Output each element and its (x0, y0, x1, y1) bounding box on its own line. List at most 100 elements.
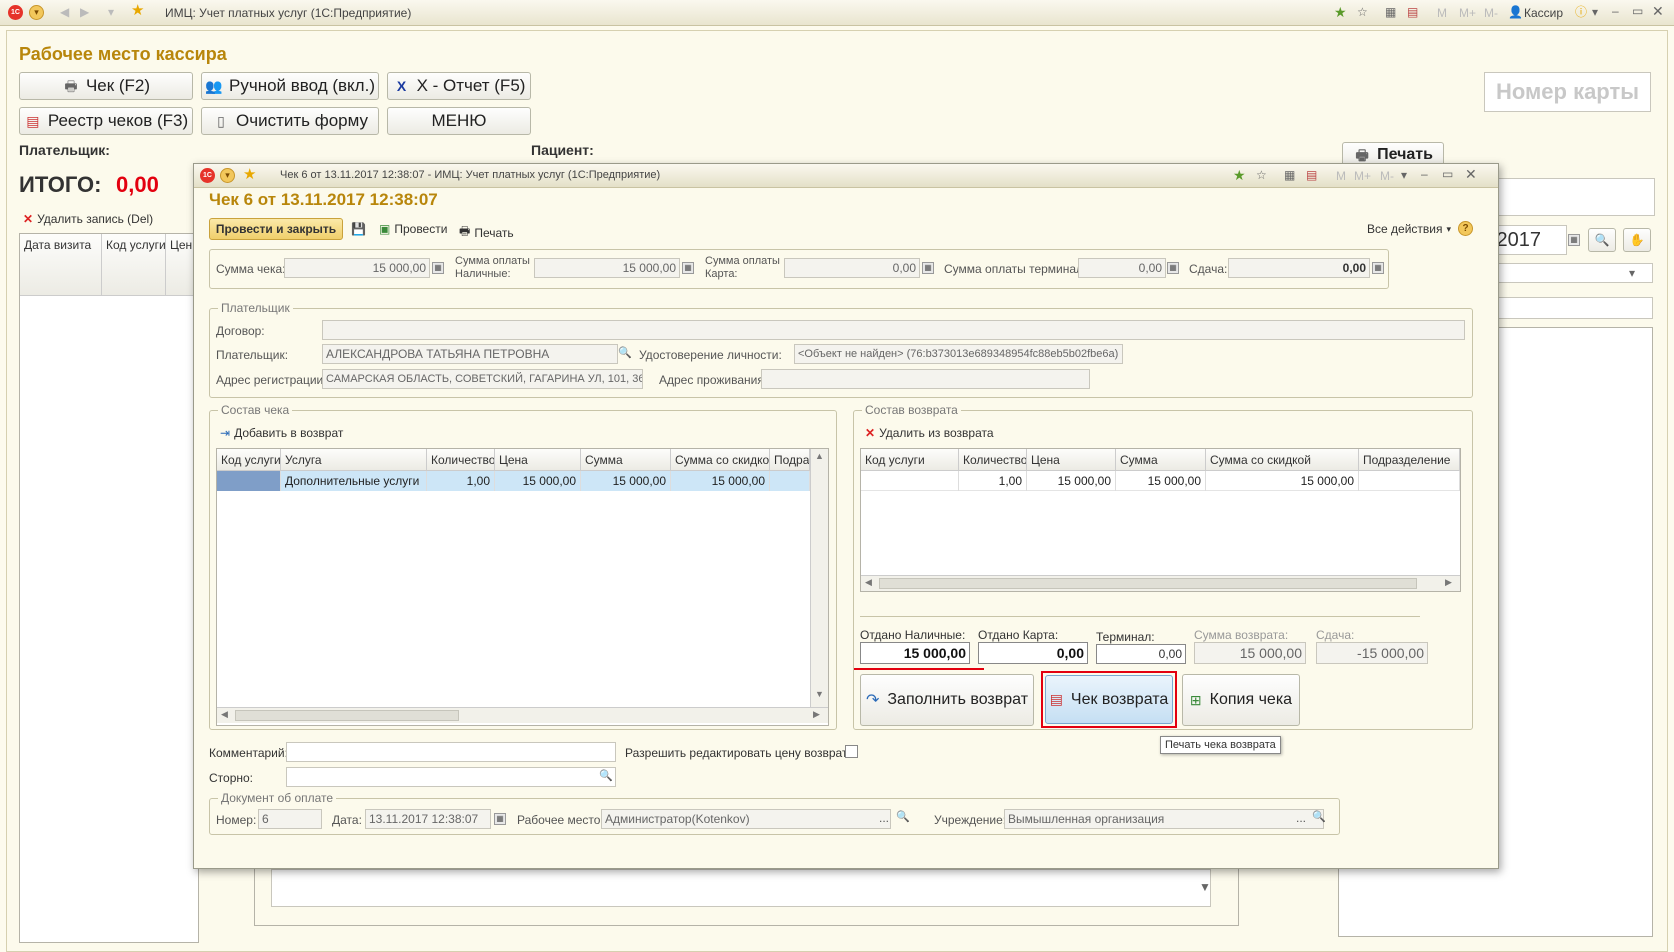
dialog-more-icon[interactable]: ▾ (1401, 167, 1407, 183)
doc-date-picker-icon[interactable]: ▦ (494, 813, 506, 825)
date-picker-icon[interactable]: ▦ (1568, 234, 1580, 246)
calendar-icon[interactable]: ▤ (1407, 4, 1418, 20)
ret-col-dept[interactable]: Подразделение (1359, 449, 1460, 471)
check-sum-calc-icon[interactable]: ▦ (432, 262, 444, 274)
ret-hscroll-left-icon[interactable]: ◀ (865, 577, 872, 588)
favorites-star-icon[interactable]: ★ (131, 3, 144, 19)
table-row[interactable]: 1,00 15 000,00 15 000,00 15 000,00 (861, 471, 1460, 491)
col-discount-sum[interactable]: Сумма со скидкой (671, 449, 770, 471)
workplace-more-icon[interactable]: ... (879, 811, 889, 825)
add-favorite-icon[interactable]: ★ (1334, 4, 1347, 20)
storno-field[interactable] (286, 767, 616, 787)
col-qty[interactable]: Количество (427, 449, 495, 471)
clear-form-button[interactable]: ▯ Очистить форму (201, 107, 379, 135)
bookmark-icon[interactable]: ☆ (1357, 4, 1368, 20)
card-number-input[interactable]: Номер карты (1484, 72, 1651, 112)
col-price[interactable]: Цена (495, 449, 581, 471)
payer-search-icon[interactable]: 🔍 (618, 345, 632, 361)
ret-col-sum[interactable]: Сумма (1116, 449, 1206, 471)
return-sum-field[interactable]: 15 000,00 (1194, 642, 1306, 664)
search-clear-button[interactable]: 🔍 (1588, 228, 1616, 252)
cash-sum-calc-icon[interactable]: ▦ (682, 262, 694, 274)
col-sum[interactable]: Сумма (581, 449, 671, 471)
ret-col-qty[interactable]: Количество (959, 449, 1027, 471)
hand-button[interactable]: ✋ (1623, 228, 1651, 252)
cash-sum-field[interactable]: 15 000,00 (534, 258, 680, 278)
post-button[interactable]: ▣ Провести (379, 222, 447, 236)
history-icon[interactable]: ▾ (108, 4, 114, 20)
check-sum-field[interactable]: 15 000,00 (284, 258, 430, 278)
card-sum-field[interactable]: 0,00 (784, 258, 920, 278)
col-service-code[interactable]: Код услуги (102, 234, 166, 296)
ret-col-discount-sum[interactable]: Сумма со скидкой (1206, 449, 1359, 471)
dialog-mem-mplus[interactable]: M+ (1354, 169, 1371, 183)
org-search-icon[interactable]: 🔍 (1312, 809, 1326, 825)
payer-field[interactable]: АЛЕКСАНДРОВА ТАТЬЯНА ПЕТРОВНА (322, 344, 618, 364)
right-select-dropdown-icon[interactable]: ▾ (1629, 265, 1635, 281)
app-menu-icon[interactable]: ▾ (29, 5, 44, 20)
current-user[interactable]: Кассир (1524, 6, 1563, 20)
help-icon[interactable]: ? (1458, 221, 1473, 236)
delete-from-return-button[interactable]: ✕ Удалить из возврата (865, 426, 994, 440)
dialog-add-favorite-icon[interactable]: ★ (1233, 167, 1246, 183)
right-input[interactable] (1487, 297, 1653, 319)
copy-check-button[interactable]: ⊞ Копия чека (1182, 674, 1300, 726)
fill-return-button[interactable]: ↷ Заполнить возврат (860, 674, 1034, 726)
doc-date-field[interactable]: 13.11.2017 12:38:07 (365, 809, 491, 829)
org-field[interactable]: Вымышленная организация (1004, 809, 1324, 829)
ret-hscroll-right-icon[interactable]: ▶ (1445, 577, 1452, 588)
check-items-table[interactable]: Код услуги Услуга Количество Цена Сумма … (216, 448, 829, 726)
live-address-field[interactable] (761, 369, 1090, 389)
terminal-sum-field[interactable]: 0,00 (1078, 258, 1166, 278)
vscroll-down-icon[interactable]: ▼ (815, 689, 824, 699)
storno-search-icon[interactable]: 🔍 (599, 768, 613, 784)
id-field[interactable]: <Объект не найден> (76:b373013e689348954… (794, 344, 1123, 364)
all-actions-button[interactable]: Все действия ▾ (1367, 222, 1451, 236)
terminal-sum-calc-icon[interactable]: ▦ (1167, 262, 1179, 274)
col-code[interactable]: Код услуги (217, 449, 281, 471)
returned-cash-field[interactable]: 15 000,00 (860, 642, 970, 664)
check-button[interactable]: 🖶 Чек (F2) (19, 72, 193, 100)
x-report-button[interactable]: X X - Отчет (F5) (387, 72, 531, 100)
workplace-field[interactable]: Администратор(Kotenkov) (601, 809, 891, 829)
delete-record-button[interactable]: ✕ Удалить запись (Del) (23, 212, 153, 226)
add-to-return-button[interactable]: ⇥ Добавить в возврат (220, 426, 343, 440)
bottom-panel-area[interactable] (271, 869, 1211, 907)
col-dept[interactable]: Подразд (770, 449, 810, 471)
maximize-icon[interactable]: ▭ (1632, 3, 1643, 19)
col-service[interactable]: Услуга (281, 449, 427, 471)
forward-arrow-icon[interactable]: ▶ (80, 4, 89, 20)
close-icon[interactable]: ✕ (1652, 3, 1664, 19)
change-calc-icon[interactable]: ▦ (1372, 262, 1384, 274)
dialog-mem-m[interactable]: M (1336, 169, 1346, 183)
vscroll-up-icon[interactable]: ▲ (815, 451, 824, 461)
return-items-hscroll[interactable]: ◀ ▶ (861, 575, 1460, 591)
info-icon[interactable]: ⓘ (1575, 4, 1587, 20)
ret-col-price[interactable]: Цена (1027, 449, 1116, 471)
hscroll-right-icon[interactable]: ▶ (813, 709, 820, 720)
contract-field[interactable] (322, 320, 1465, 340)
dialog-mem-mminus[interactable]: M- (1380, 169, 1394, 183)
dialog-bookmark-icon[interactable]: ☆ (1256, 167, 1267, 183)
visits-table[interactable]: Дата визита Код услуги Цен (19, 233, 200, 943)
change-field[interactable]: 0,00 (1228, 258, 1370, 278)
ret-hscroll-thumb[interactable] (879, 578, 1417, 589)
scroll-down-icon[interactable]: ▼ (1199, 879, 1211, 895)
dialog-close-icon[interactable]: ✕ (1465, 166, 1477, 182)
date-field[interactable]: .2017 (1487, 225, 1567, 255)
mem-mplus[interactable]: M+ (1459, 6, 1476, 20)
mem-mminus[interactable]: M- (1484, 6, 1498, 20)
check-items-hscroll[interactable]: ◀ ▶ (217, 707, 828, 723)
return-check-button[interactable]: ▤ Чек возврата (1045, 675, 1173, 724)
dialog-print-button[interactable]: 🖶 Печать (459, 222, 514, 243)
right-textarea[interactable] (1487, 178, 1655, 216)
terminal-field[interactable]: 0,00 (1096, 644, 1186, 664)
return-change-field[interactable]: -15 000,00 (1316, 642, 1428, 664)
check-registry-button[interactable]: ▤ Реестр чеков (F3) (19, 107, 193, 135)
dialog-star-icon[interactable]: ★ (243, 167, 256, 183)
info-dropdown-icon[interactable]: ▾ (1592, 4, 1598, 20)
dialog-menu-icon[interactable]: ▾ (220, 168, 235, 183)
dialog-calendar-icon[interactable]: ▤ (1306, 167, 1317, 183)
hscroll-thumb[interactable] (235, 710, 459, 721)
col-visit-date[interactable]: Дата визита (20, 234, 102, 296)
